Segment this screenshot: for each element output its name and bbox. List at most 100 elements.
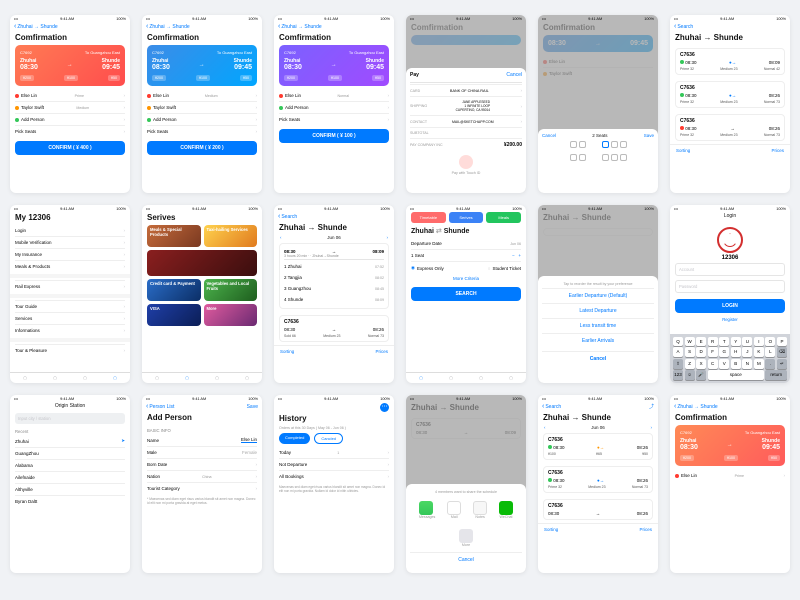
confirm-button[interactable]: CONFIRM ( ¥ 100 )	[279, 129, 389, 143]
category-field[interactable]: Tourist Category	[147, 482, 257, 494]
cancel-link[interactable]: Cancel	[542, 133, 556, 138]
service-tile[interactable]: Meals & Special Products	[147, 225, 201, 247]
prev-day[interactable]: ‹	[280, 235, 282, 240]
pick-seats-row[interactable]: Pick Seats	[147, 125, 257, 137]
trip-card[interactable]: C7636 08:30●→08:09Prime 32Medium 23Norma…	[675, 48, 785, 75]
sort-sheet[interactable]: Tap to reorder the result by your prefer…	[538, 276, 658, 383]
history-item[interactable]: Today1	[279, 447, 389, 458]
list-item[interactable]: Informations	[15, 324, 125, 336]
messages-icon[interactable]	[419, 501, 433, 515]
nav-back[interactable]: Search	[670, 22, 790, 32]
trip-card[interactable]: C7636 08:30→08:26Prime 32Medium 23Normal…	[675, 114, 785, 141]
tab-meals[interactable]: Meals	[486, 212, 521, 223]
list-item[interactable]: Tour Guide	[15, 300, 125, 312]
history-item[interactable]: All Bookings	[279, 470, 389, 482]
trip-card[interactable]: C7636 08:30●→08:26Prime 32Medium 23Norma…	[675, 81, 785, 108]
seat-row[interactable]: 1 Seat− +	[411, 249, 521, 261]
nation-field[interactable]: NationChina	[147, 470, 257, 482]
ticket-card[interactable]: C7692To Guangzhou East Zhuhai08:30→Shund…	[15, 45, 125, 86]
tab-cancelled[interactable]: Cancled	[314, 433, 343, 444]
service-tile[interactable]: VISA	[147, 304, 201, 326]
confirm-button[interactable]: CONFIRM ( ¥ 200 )	[147, 141, 257, 155]
pick-seats-row[interactable]: Pick Seats	[15, 125, 125, 137]
service-tile[interactable]	[147, 250, 257, 276]
cancel-link[interactable]: Cancel	[506, 72, 522, 78]
sort-option[interactable]: Earlier Departure (Default)	[542, 288, 654, 303]
tab-completed[interactable]: Completed	[279, 433, 310, 444]
register-link[interactable]: Register	[670, 317, 790, 322]
seat-sheet[interactable]: Cancel2 SeatsSave	[538, 129, 658, 193]
more-criteria[interactable]: More Criteria	[406, 274, 526, 283]
service-tile[interactable]: More	[204, 304, 258, 326]
sex-field[interactable]: MaleFemale	[147, 446, 257, 458]
list-item[interactable]: Rail Express	[15, 280, 125, 292]
mail-icon[interactable]	[447, 501, 461, 515]
sort-option[interactable]: Earlier Arrivals	[542, 333, 654, 348]
tab-bar[interactable]: ▢▢▢▢	[142, 372, 262, 383]
ticket-card[interactable]: C7692To Guangzhou East Zhuhai08:30→Shund…	[147, 45, 257, 86]
tab-bar[interactable]: ▢▢▢▢	[10, 372, 130, 383]
pick-seats-row[interactable]: Pick Seats	[279, 113, 389, 125]
service-tile[interactable]: Credit card & Payment	[147, 279, 201, 301]
list-item[interactable]: Mobile Verification	[15, 236, 125, 248]
seat-grid[interactable]	[542, 138, 654, 151]
save-link[interactable]: Save	[644, 133, 654, 138]
list-item[interactable]: Services	[15, 312, 125, 324]
wechat-icon[interactable]	[499, 501, 513, 515]
name-field[interactable]: NameElse Lin	[147, 434, 257, 446]
info-icon[interactable]: ⋯	[380, 403, 389, 412]
sort-option[interactable]: Less transit time	[542, 318, 654, 333]
tab-timetable[interactable]: Timetable	[411, 212, 446, 223]
keyboard[interactable]: QWERTYUIOP ASDFGHJKL⌫ ⇧ZXCVBNM.↵ 123☺🎤sp…	[670, 334, 790, 384]
prices-button[interactable]: Prices	[771, 148, 784, 153]
list-item[interactable]: Tour & Pleasure	[15, 344, 125, 356]
history-item[interactable]: Not Departure	[279, 458, 389, 470]
cancel-option[interactable]: Cancel	[410, 552, 522, 567]
tab-services[interactable]: Serives	[449, 212, 484, 223]
ticket-card[interactable]: C7692To Guangzhou East Zhuhai08:30→Shund…	[279, 45, 389, 86]
passenger-row[interactable]: Taylor SwiftMedium	[15, 101, 125, 113]
list-item[interactable]: Meals & Products	[15, 260, 125, 272]
login-button[interactable]: LOGIN	[675, 299, 785, 313]
list-item[interactable]: My Insurance	[15, 248, 125, 260]
add-person-row[interactable]: Add Person	[147, 113, 257, 125]
account-input[interactable]: Account	[675, 263, 785, 276]
nav-back[interactable]: Zhuhai → Shunde	[274, 22, 394, 32]
confirm-button[interactable]: CONFIRM ( ¥ 400 )	[15, 141, 125, 155]
departure-date[interactable]: Departure DateJun 06	[411, 238, 521, 249]
nav-back[interactable]: Zhuhai → Shunde	[142, 22, 262, 32]
screen-sort-sheet: •••9:41 AM100% Zhuhai → Shunde Tap to re…	[538, 205, 658, 383]
sort-button[interactable]: Sorting	[676, 148, 690, 153]
borndate-field[interactable]: Born Date	[147, 458, 257, 470]
station-item[interactable]: Zhuhai➤	[15, 435, 125, 447]
touchid-icon[interactable]	[459, 155, 473, 169]
ticket-card[interactable]: C7692To Guangzhou East Zhuhai08:30→Shund…	[675, 425, 785, 466]
station-item[interactable]: Ailefnaide	[15, 471, 125, 483]
station-item[interactable]: Althyville	[15, 483, 125, 495]
applepay-sheet[interactable]: PayCancel CARDBANK OF CHINA RAIL SHIPPIN…	[406, 68, 526, 193]
sort-option[interactable]: Latest Departure	[542, 303, 654, 318]
passenger-row[interactable]: Else LinNormal	[279, 90, 389, 101]
passenger-row[interactable]: Else LinPrime	[15, 90, 125, 101]
next-day[interactable]: ›	[386, 235, 388, 240]
add-person-row[interactable]: Add Person	[279, 101, 389, 113]
station-item[interactable]: Byran Daltt	[15, 495, 125, 507]
cancel-option[interactable]: Cancel	[542, 351, 654, 366]
password-input[interactable]: Password	[675, 280, 785, 293]
passenger-row[interactable]: Taylor Swift	[147, 101, 257, 113]
notes-icon[interactable]	[473, 501, 487, 515]
more-icon[interactable]	[459, 529, 473, 543]
list-item[interactable]: Login	[15, 225, 125, 236]
station-item[interactable]: GuangZhou	[15, 447, 125, 459]
service-tile[interactable]: Vegetables and Local Fruits	[204, 279, 258, 301]
add-person-row[interactable]: Add Person	[15, 113, 125, 125]
share-sheet[interactable]: 4 members want to share the schedule Mes…	[406, 484, 526, 573]
station-item[interactable]: Alabama	[15, 459, 125, 471]
nav-back[interactable]: Zhuhai → Shunde	[10, 22, 130, 32]
passenger-row[interactable]: Else LinMedium	[147, 90, 257, 101]
search-input[interactable]: Input city / station	[15, 413, 125, 424]
save-link[interactable]: Save	[247, 404, 258, 410]
service-tile[interactable]: Taxi-hailing Services	[204, 225, 258, 247]
passenger-row[interactable]: Else LinPrime	[675, 470, 785, 481]
search-button[interactable]: SEARCH	[411, 287, 521, 301]
